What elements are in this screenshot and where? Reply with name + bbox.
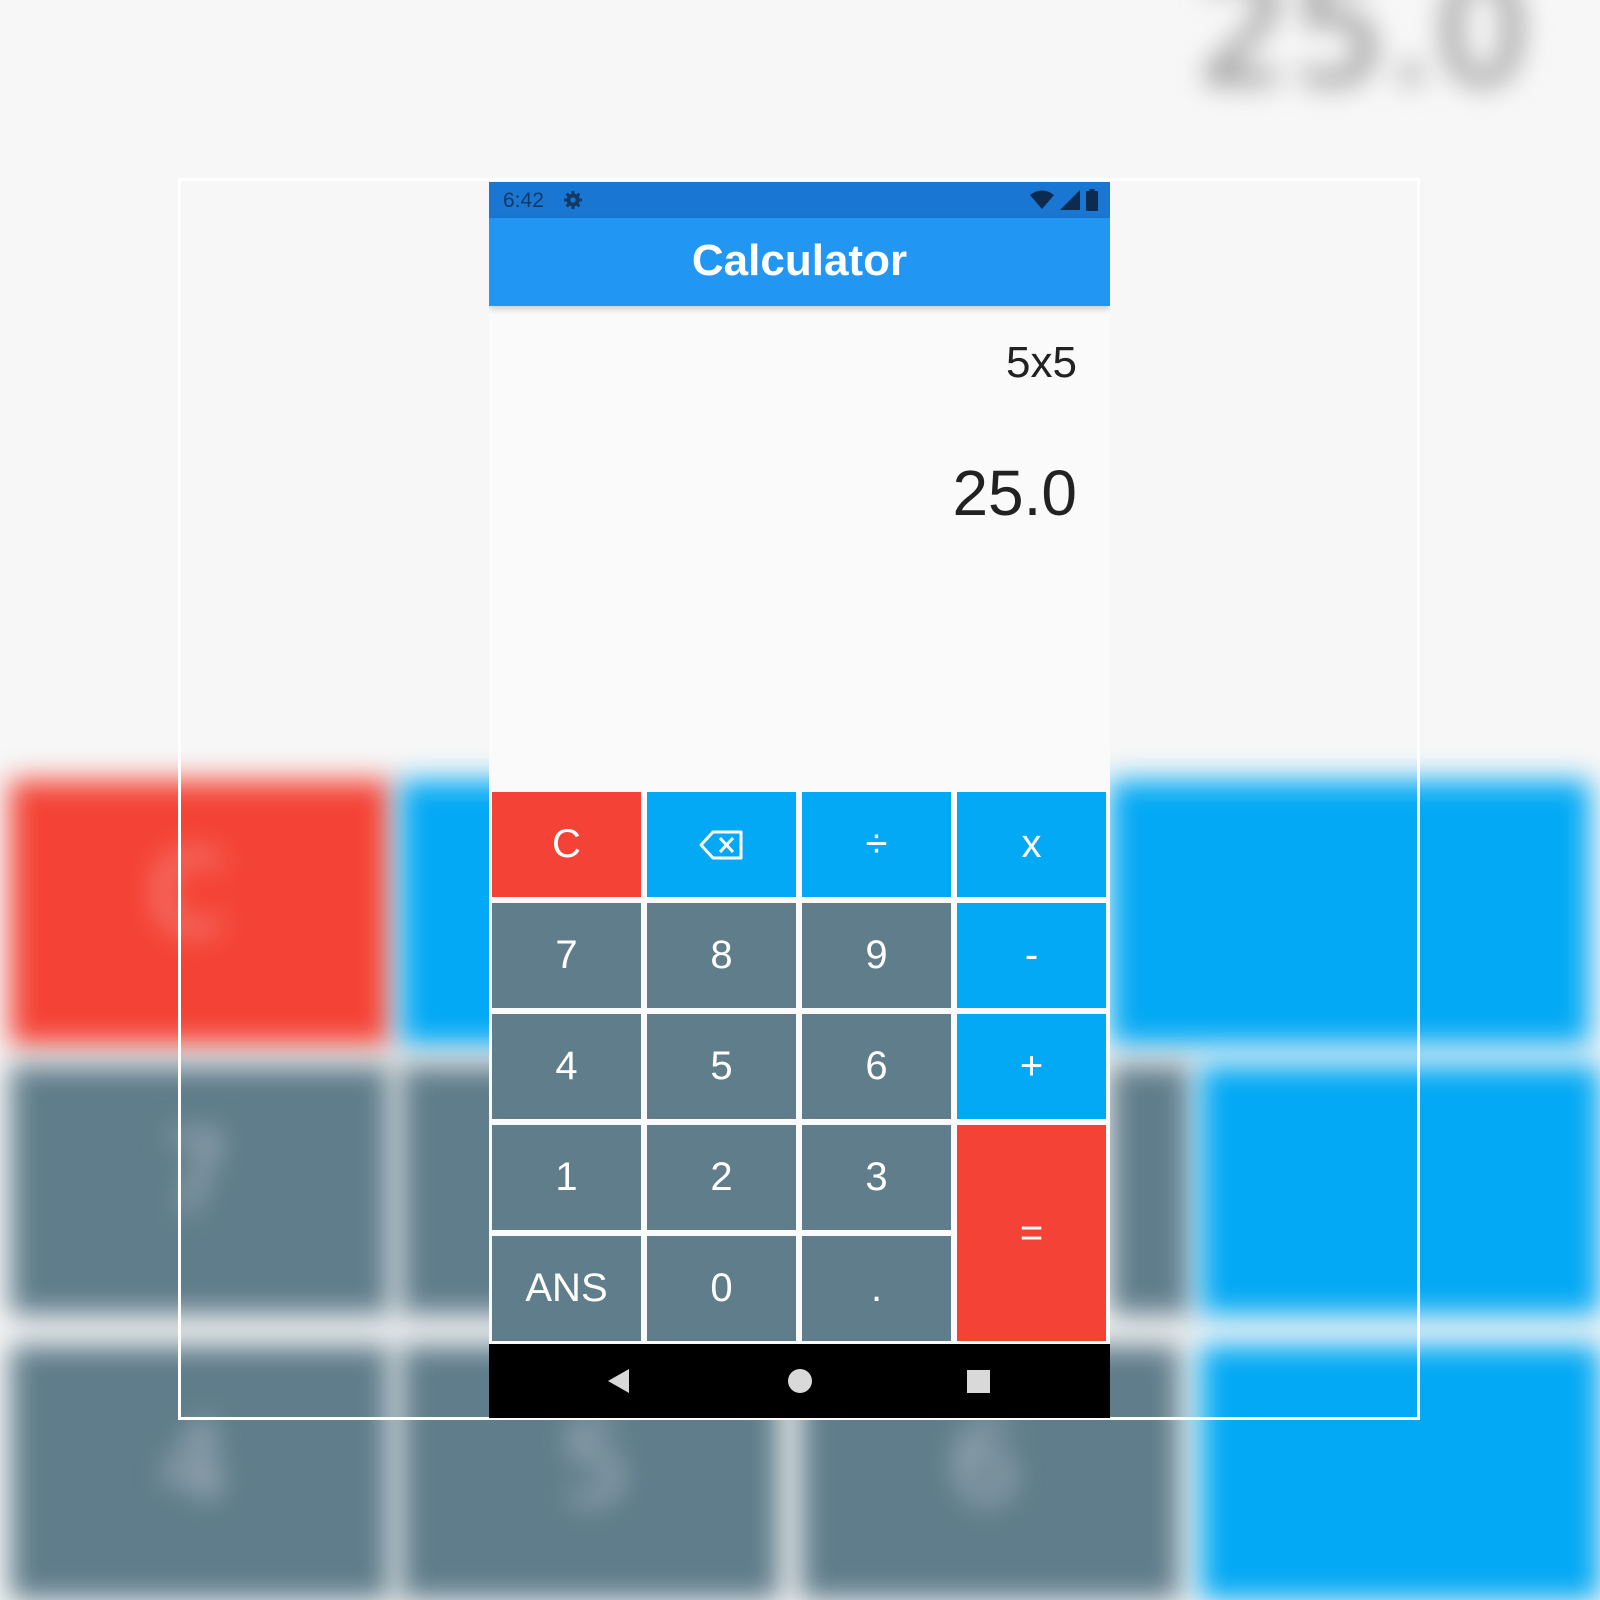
divide-button[interactable]: ÷ <box>802 792 951 897</box>
settings-gear-icon <box>564 191 582 209</box>
back-triangle-icon[interactable] <box>607 1368 631 1394</box>
status-icons <box>1030 189 1098 211</box>
digit-3-button[interactable]: 3 <box>802 1125 951 1230</box>
multiply-button[interactable]: x <box>957 792 1106 897</box>
digit-2-button[interactable]: 2 <box>647 1125 796 1230</box>
backspace-button[interactable] <box>647 792 796 897</box>
wifi-icon <box>1030 190 1054 209</box>
clear-button[interactable]: C <box>492 792 641 897</box>
equals-button[interactable]: = <box>957 1125 1106 1341</box>
plus-button[interactable]: + <box>957 1014 1106 1119</box>
digit-9-button[interactable]: 9 <box>802 903 951 1008</box>
result-text: 25.0 <box>952 457 1077 529</box>
digit-5-button[interactable]: 5 <box>647 1014 796 1119</box>
digit-1-button[interactable]: 1 <box>492 1125 641 1230</box>
app-bar: Calculator <box>489 218 1110 306</box>
blurred-result-text: 25.0 <box>1196 0 1530 119</box>
battery-icon <box>1086 189 1098 211</box>
keypad: C ÷ x 7 8 9 - 4 5 6 + 1 2 3 = ANS 0 . <box>492 792 1107 1341</box>
status-time: 6:42 <box>503 189 544 212</box>
backspace-icon <box>699 830 742 859</box>
decimal-point-button[interactable]: . <box>802 1236 951 1341</box>
digit-7-button[interactable]: 7 <box>492 903 641 1008</box>
recent-apps-square-icon[interactable] <box>967 1370 990 1393</box>
status-bar: 6:42 <box>489 182 1110 218</box>
cell-signal-icon <box>1060 190 1080 210</box>
navigation-bar <box>489 1344 1110 1418</box>
digit-4-button[interactable]: 4 <box>492 1014 641 1119</box>
digit-8-button[interactable]: 8 <box>647 903 796 1008</box>
phone-screen: 6:42 Calculator 5x5 25.0 C ÷ x 7 8 9 - 4… <box>489 182 1110 1418</box>
minus-button[interactable]: - <box>957 903 1106 1008</box>
page-title: Calculator <box>691 236 908 285</box>
ans-button[interactable]: ANS <box>492 1236 641 1341</box>
home-circle-icon[interactable] <box>788 1369 812 1393</box>
digit-0-button[interactable]: 0 <box>647 1236 796 1341</box>
expression-text: 5x5 <box>1006 338 1077 387</box>
digit-6-button[interactable]: 6 <box>802 1014 951 1119</box>
